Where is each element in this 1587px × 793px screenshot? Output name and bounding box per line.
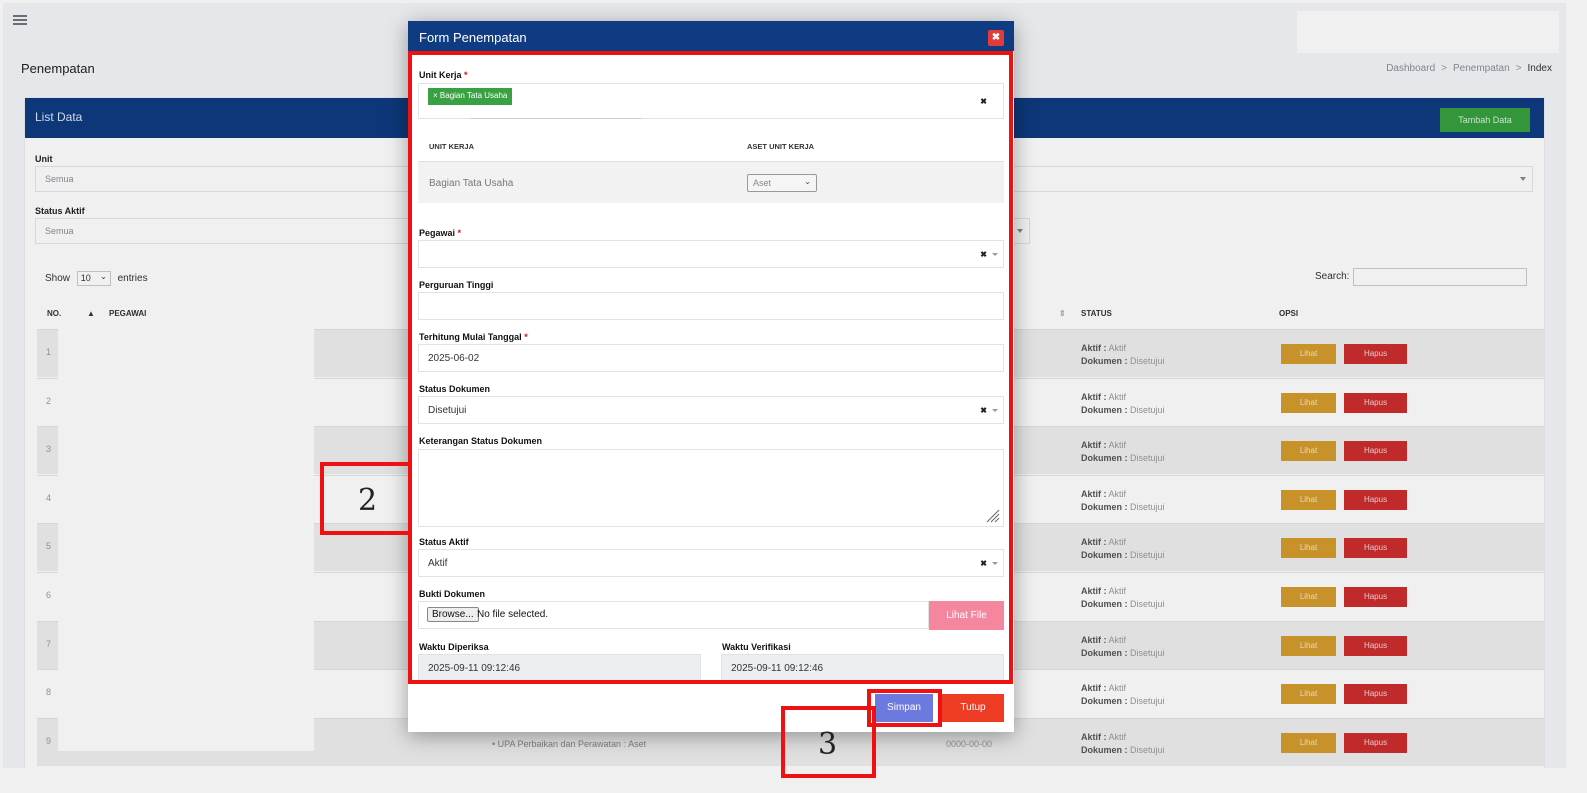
annotation-box-form [408,51,1013,684]
close-button[interactable]: Tutup [942,694,1004,722]
annotation-box-simpan [867,689,942,727]
close-icon[interactable]: ✖ [988,30,1004,46]
annotation-number-3: 3 [818,727,838,762]
annotation-number-2: 2 [358,483,378,518]
modal-title: Form Penempatan [419,30,527,45]
modal-header: Form Penempatan ✖ [408,21,1014,51]
